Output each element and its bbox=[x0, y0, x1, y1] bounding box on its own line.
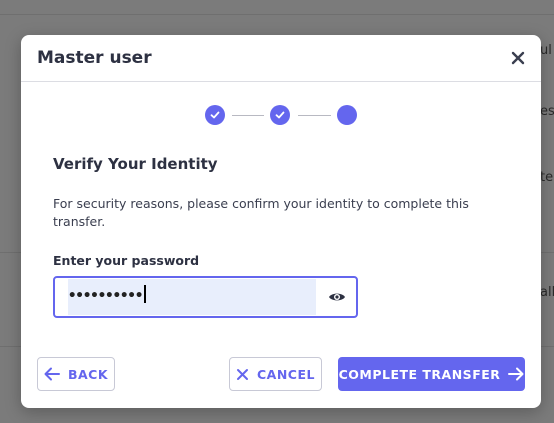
close-icon bbox=[237, 368, 248, 380]
background-text: ess bbox=[540, 104, 554, 119]
step-2-completed bbox=[270, 105, 290, 125]
arrow-right-icon bbox=[508, 367, 524, 381]
show-password-button[interactable] bbox=[328, 289, 346, 303]
complete-transfer-button[interactable]: COMPLETE TRANSFER bbox=[338, 357, 525, 391]
background-text: all bbox=[540, 285, 554, 300]
step-connector bbox=[298, 115, 331, 116]
complete-transfer-button-label: COMPLETE TRANSFER bbox=[338, 366, 501, 382]
step-3-current bbox=[337, 105, 357, 125]
description-text: For security reasons, please confirm you… bbox=[53, 196, 469, 229]
check-icon bbox=[275, 111, 285, 119]
password-field[interactable]: •••••••••• bbox=[53, 276, 358, 318]
progress-stepper bbox=[205, 105, 359, 127]
cancel-button[interactable]: CANCEL bbox=[229, 357, 322, 391]
step-connector bbox=[232, 115, 264, 116]
close-button[interactable] bbox=[509, 49, 527, 67]
dialog-header: Master user bbox=[21, 35, 541, 82]
background-text: ul bbox=[540, 43, 552, 58]
master-user-dialog: Master user Verify Your Identity For sec… bbox=[21, 35, 541, 408]
step-1-completed bbox=[205, 105, 225, 125]
arrow-left-icon bbox=[44, 367, 60, 381]
close-icon bbox=[511, 51, 525, 65]
password-label: Enter your password bbox=[53, 253, 200, 268]
back-button-label: BACK bbox=[67, 366, 109, 382]
background-text: ter bbox=[540, 170, 554, 185]
back-button[interactable]: BACK bbox=[37, 357, 115, 391]
password-input-value[interactable]: •••••••••• bbox=[68, 285, 146, 304]
background-divider bbox=[0, 14, 554, 15]
dialog-title: Master user bbox=[37, 48, 152, 68]
check-icon bbox=[210, 111, 220, 119]
section-heading: Verify Your Identity bbox=[53, 155, 218, 173]
cancel-button-label: CANCEL bbox=[257, 366, 315, 382]
eye-icon bbox=[329, 293, 345, 301]
